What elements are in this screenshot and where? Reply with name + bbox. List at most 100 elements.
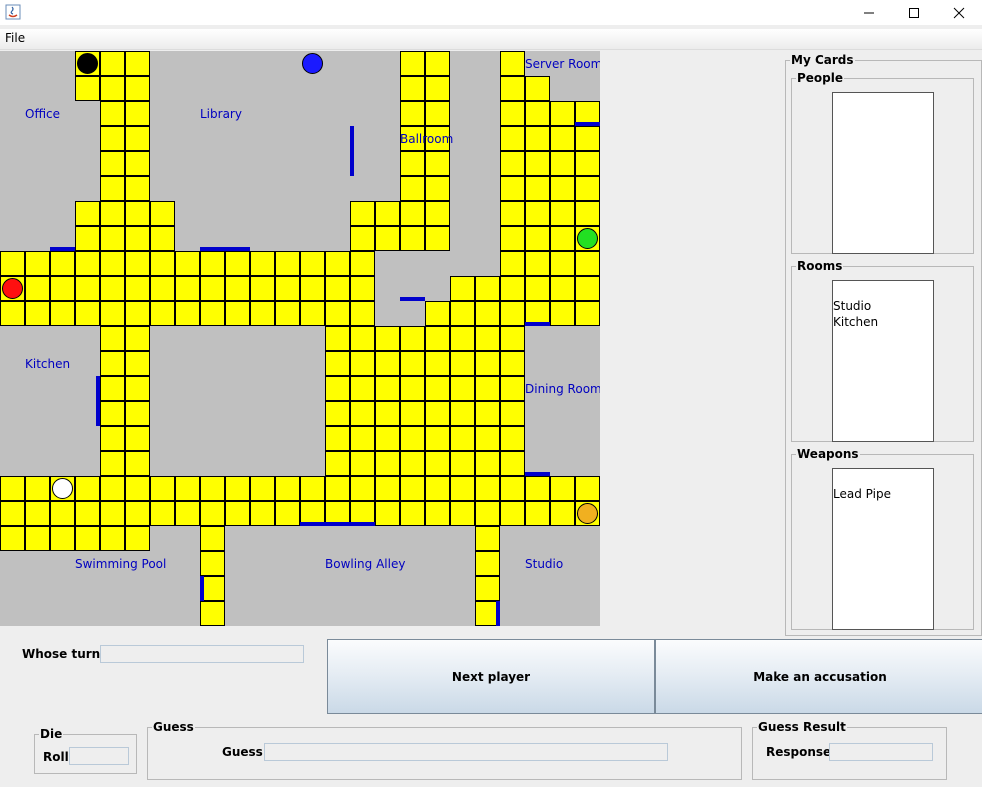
walkway-tile: [500, 251, 525, 276]
walkway-tile: [500, 476, 525, 501]
room-door: [350, 151, 354, 176]
walkway-tile: [375, 476, 400, 501]
walkway-tile: [475, 376, 500, 401]
room-label: Studio: [525, 557, 563, 571]
walkway-tile: [550, 301, 575, 326]
game-board[interactable]: Office Library Server Room Ballroom Kitchen D…: [0, 51, 600, 626]
walkway-tile: [425, 226, 450, 251]
walkway-tile: [550, 101, 575, 126]
walkway-tile: [475, 551, 500, 576]
walkway-tile: [100, 51, 125, 76]
walkway-tile: [525, 301, 550, 326]
walkway-tile: [125, 526, 150, 551]
close-button[interactable]: [936, 0, 982, 25]
walkway-tile: [525, 101, 550, 126]
walkway-tile: [100, 326, 125, 351]
menu-file[interactable]: File: [5, 31, 25, 45]
walkway-tile: [325, 301, 350, 326]
walkway-tile: [75, 301, 100, 326]
die-title: Die: [40, 727, 63, 741]
make-accusation-button[interactable]: Make an accusation: [655, 639, 982, 714]
room-door: [496, 601, 500, 626]
maximize-button[interactable]: [891, 0, 937, 25]
whose-turn-field[interactable]: [100, 645, 304, 663]
walkway-tile: [500, 301, 525, 326]
walkway-tile: [500, 501, 525, 526]
room-label: Office: [25, 107, 60, 121]
rooms-label: Rooms: [797, 259, 843, 273]
walkway-tile: [325, 276, 350, 301]
walkway-tile: [125, 101, 150, 126]
roll-field[interactable]: [69, 747, 129, 765]
room-door: [96, 401, 100, 426]
walkway-tile: [575, 276, 600, 301]
walkway-tile: [150, 201, 175, 226]
walkway-tile: [100, 226, 125, 251]
room-label: Dining Room: [525, 382, 600, 396]
people-card-list: [832, 92, 934, 254]
walkway-tile: [125, 401, 150, 426]
guess-label: Guess: [222, 745, 263, 759]
minimize-button[interactable]: [846, 0, 892, 25]
walkway-tile: [325, 476, 350, 501]
maximize-icon: [909, 7, 919, 18]
walkway-tile: [375, 401, 400, 426]
walkway-tile: [500, 351, 525, 376]
room-door: [400, 297, 425, 301]
response-label: Response: [766, 745, 832, 759]
room-door: [200, 576, 204, 601]
walkway-tile: [100, 376, 125, 401]
walkway-tile: [125, 351, 150, 376]
my-cards-title: My Cards: [791, 53, 854, 67]
room-door: [350, 126, 354, 151]
walkway-tile: [500, 226, 525, 251]
walkway-tile: [350, 251, 375, 276]
walkway-tile: [450, 301, 475, 326]
walkway-tile: [75, 226, 100, 251]
walkway-tile: [100, 426, 125, 451]
walkway-tile: [200, 601, 225, 626]
player-token: [577, 228, 598, 249]
walkway-tile: [400, 401, 425, 426]
walkway-tile: [425, 501, 450, 526]
walkway-tile: [375, 226, 400, 251]
walkway-tile: [450, 351, 475, 376]
next-player-button[interactable]: Next player: [327, 639, 655, 714]
walkway-tile: [200, 526, 225, 551]
walkway-tile: [225, 501, 250, 526]
walkway-tile: [75, 526, 100, 551]
response-field[interactable]: [829, 743, 933, 761]
walkway-tile: [150, 226, 175, 251]
walkway-tile: [275, 251, 300, 276]
walkway-tile: [75, 76, 100, 101]
walkway-tile: [325, 451, 350, 476]
walkway-tile: [0, 476, 25, 501]
walkway-tile: [475, 401, 500, 426]
walkway-tile: [250, 251, 275, 276]
walkway-tile: [500, 76, 525, 101]
room-door: [200, 247, 225, 251]
room-label: Ballroom: [400, 132, 453, 146]
walkway-tile: [475, 601, 500, 626]
walkway-tile: [475, 276, 500, 301]
walkway-tile: [100, 476, 125, 501]
walkway-tile: [550, 251, 575, 276]
walkway-tile: [425, 351, 450, 376]
walkway-tile: [525, 251, 550, 276]
walkway-tile: [550, 276, 575, 301]
walkway-tile: [150, 501, 175, 526]
walkway-tile: [175, 501, 200, 526]
walkway-tile: [425, 176, 450, 201]
guess-field[interactable]: [264, 743, 668, 761]
walkway-tile: [225, 276, 250, 301]
walkway-tile: [450, 376, 475, 401]
walkway-tile: [325, 326, 350, 351]
walkway-tile: [475, 526, 500, 551]
walkway-tile: [150, 301, 175, 326]
walkway-tile: [100, 351, 125, 376]
walkway-tile: [100, 301, 125, 326]
walkway-tile: [450, 326, 475, 351]
walkway-tile: [475, 426, 500, 451]
room-door: [525, 472, 550, 476]
walkway-tile: [125, 451, 150, 476]
